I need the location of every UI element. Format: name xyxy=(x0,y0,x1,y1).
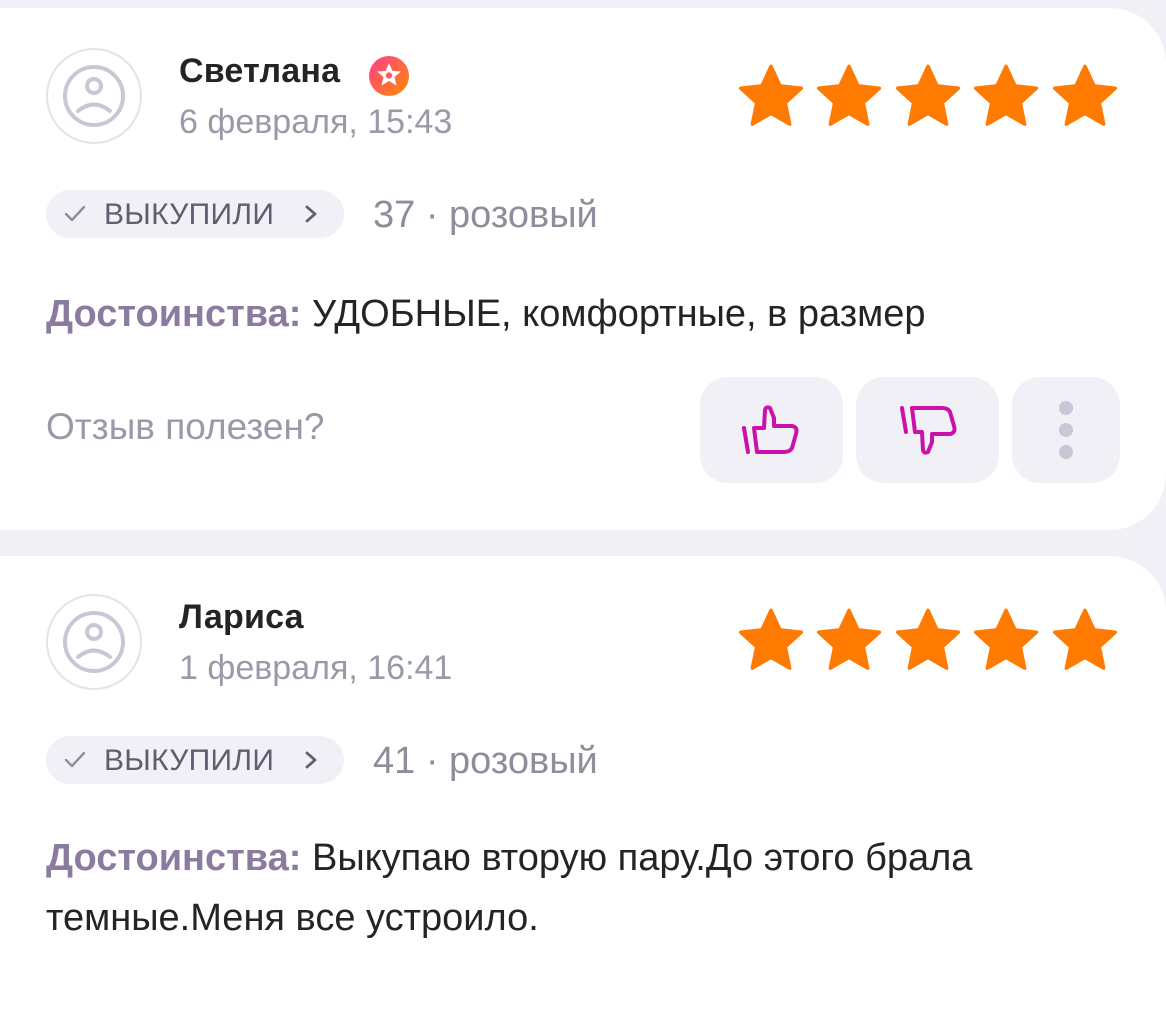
star-icon xyxy=(895,64,961,126)
check-icon xyxy=(64,751,86,768)
star-icon xyxy=(738,608,804,670)
purchased-badge-label: ВЫКУПИЛИ xyxy=(104,198,275,231)
chevron-right-icon xyxy=(305,751,317,769)
product-variant: 37 · розовый xyxy=(373,194,598,236)
thumbs-down-icon xyxy=(900,406,957,455)
review-author: Светлана xyxy=(179,52,341,90)
product-variant: 41 · розовый xyxy=(373,740,598,782)
star-icon xyxy=(738,64,804,126)
star-icon xyxy=(816,608,882,670)
sad-face-avatar-icon xyxy=(63,65,125,127)
purchased-badge[interactable]: ВЫКУПИЛИ xyxy=(46,190,344,238)
avatar xyxy=(46,48,142,144)
star-icon xyxy=(816,64,882,126)
more-vertical-icon xyxy=(1059,401,1073,459)
pros-text: УДОБНЫЕ, комфортные, в размер xyxy=(311,293,926,335)
review-author: Лариса xyxy=(179,598,304,636)
chevron-right-icon xyxy=(305,205,317,223)
review-date: 1 февраля, 16:41 xyxy=(179,649,453,687)
more-options-button[interactable] xyxy=(1012,377,1120,483)
pros-label: Достоинства: xyxy=(46,837,302,879)
review-card: Светлана 6 февраля, 15:43 ВЫКУПИЛИ 37 · … xyxy=(0,8,1166,530)
star-icon xyxy=(1052,608,1118,670)
sad-face-avatar-icon xyxy=(63,611,125,673)
review-card: Лариса 1 февраля, 16:41 ВЫКУПИЛИ 41 · ро… xyxy=(0,556,1166,1016)
pros-label: Достоинства: xyxy=(46,293,302,335)
rating-stars xyxy=(736,606,1120,676)
star-icon xyxy=(973,608,1039,670)
review-date: 6 февраля, 15:43 xyxy=(179,103,453,141)
thumbs-up-icon xyxy=(742,405,799,454)
review-pros: Достоинства: УДОБНЫЕ, комфортные, в разм… xyxy=(46,284,1106,344)
flower-badge-icon xyxy=(369,56,409,96)
purchased-badge-label: ВЫКУПИЛИ xyxy=(104,744,275,777)
helpful-question: Отзыв полезен? xyxy=(46,406,325,447)
star-icon xyxy=(973,64,1039,126)
star-icon xyxy=(895,608,961,670)
avatar xyxy=(46,594,142,690)
like-button[interactable] xyxy=(700,377,843,483)
rating-stars xyxy=(736,62,1120,132)
purchased-badge[interactable]: ВЫКУПИЛИ xyxy=(46,736,344,784)
check-icon xyxy=(64,205,86,222)
dislike-button[interactable] xyxy=(856,377,999,483)
review-pros: Достоинства: Выкупаю вторую пару.До этог… xyxy=(46,828,1046,948)
star-icon xyxy=(1052,64,1118,126)
